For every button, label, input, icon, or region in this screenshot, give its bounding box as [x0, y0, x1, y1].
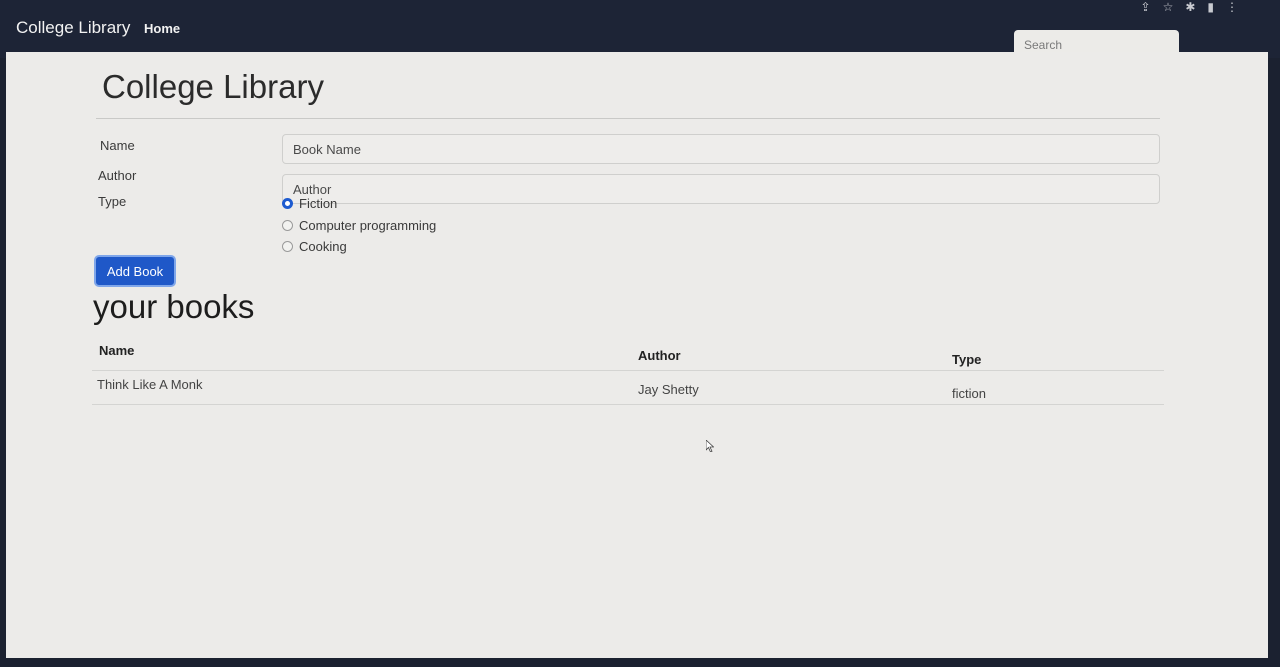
radio-fiction-label: Fiction: [299, 196, 338, 211]
radio-computer-programming-label: Computer programming: [299, 218, 437, 233]
window-icon[interactable]: ▮: [1207, 0, 1214, 14]
author-input[interactable]: [282, 174, 1160, 204]
star-icon[interactable]: ☆: [1163, 0, 1174, 14]
page-title: College Library: [102, 68, 324, 105]
radio-checked-icon[interactable]: [282, 198, 293, 209]
radio-cooking-label: Cooking: [299, 239, 347, 254]
menu-dots-icon[interactable]: ⋮: [1226, 0, 1238, 14]
type-label: Type: [98, 194, 127, 209]
author-label: Author: [98, 168, 137, 183]
column-header-type: Type: [952, 352, 982, 367]
column-header-author: Author: [638, 348, 681, 363]
column-header-name: Name: [99, 343, 135, 358]
radio-fiction[interactable]: Fiction: [282, 196, 337, 211]
books-heading: your books: [93, 288, 255, 325]
browser-extension-icons: ⇪ ☆ ✱ ▮ ⋮: [1141, 0, 1239, 14]
cell-book-type: fiction: [952, 386, 986, 401]
radio-unchecked-icon[interactable]: [282, 241, 293, 252]
radio-cooking[interactable]: Cooking: [282, 239, 347, 254]
mouse-cursor-icon: [706, 440, 714, 452]
radio-unchecked-icon[interactable]: [282, 220, 293, 231]
radio-computer-programming[interactable]: Computer programming: [282, 218, 436, 233]
book-name-input[interactable]: [282, 134, 1160, 164]
name-label: Name: [100, 138, 135, 153]
table-header-divider: [92, 370, 1164, 371]
puzzle-icon[interactable]: ✱: [1185, 0, 1195, 14]
main-content: College Library Name Author Type Fiction…: [6, 52, 1268, 658]
table-row-divider: [92, 404, 1164, 405]
brand-link[interactable]: College Library: [16, 18, 130, 38]
nav-home-link[interactable]: Home: [144, 21, 180, 36]
navbar: College Library Home ⇪ ☆ ✱ ▮ ⋮: [0, 0, 1280, 60]
cell-book-author: Jay Shetty: [638, 382, 699, 397]
add-book-button[interactable]: Add Book: [94, 255, 176, 287]
title-divider: [96, 118, 1160, 119]
cell-book-name: Think Like A Monk: [97, 377, 203, 392]
share-icon[interactable]: ⇪: [1141, 0, 1151, 14]
